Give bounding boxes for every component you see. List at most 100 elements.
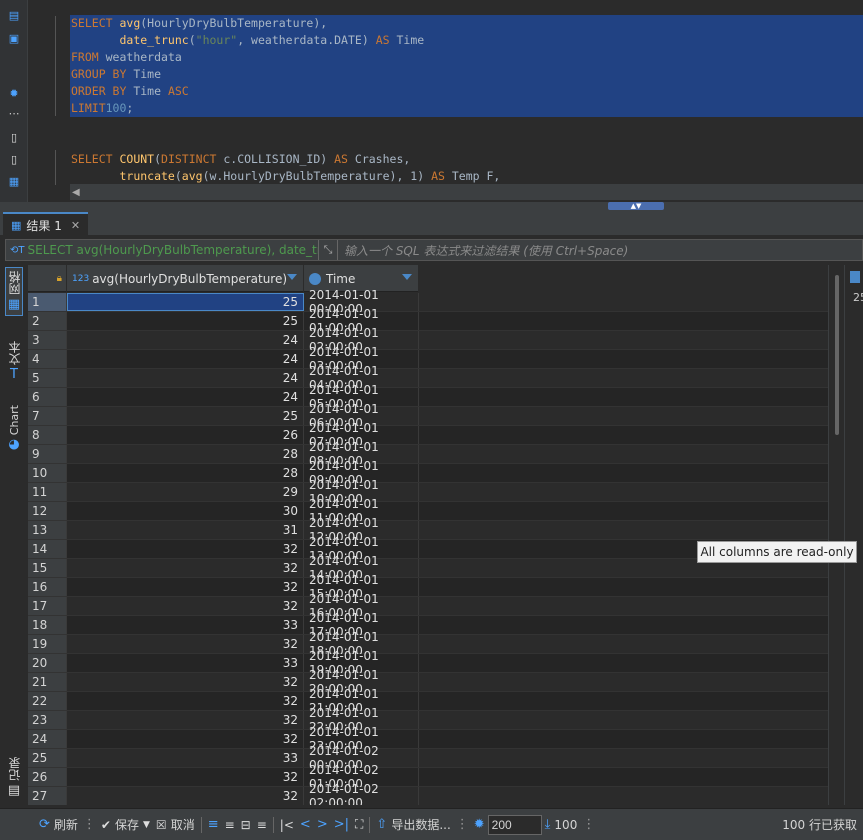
table-row[interactable]: 5 24 2014-01-01 04:00:00 (28, 364, 828, 392)
cell-avg-temperature[interactable]: 25 (67, 293, 304, 311)
table-row[interactable]: 8 26 2014-01-01 07:00:00 (28, 421, 828, 449)
results-grid[interactable]: 🔒︎ 123 avg(HourlyDryBulbTemperature) Tim… (28, 265, 828, 805)
cell-avg-temperature[interactable]: 28 (67, 445, 304, 463)
table-row[interactable]: 18 33 2014-01-01 17:00:00 (28, 611, 828, 639)
code-line[interactable]: date_trunc("hour", weatherdata.DATE) AS … (70, 32, 863, 49)
cell-avg-temperature[interactable]: 32 (67, 635, 304, 653)
more-icon[interactable]: ⋯ (7, 106, 21, 120)
cell-avg-temperature[interactable]: 32 (67, 692, 304, 710)
cell-avg-temperature[interactable]: 32 (67, 711, 304, 729)
table-row[interactable]: 23 32 2014-01-01 22:00:00 (28, 706, 828, 734)
empty-cell[interactable] (419, 654, 828, 672)
empty-cell[interactable] (419, 426, 828, 444)
row-number[interactable]: 19 (28, 635, 67, 653)
row-number[interactable]: 16 (28, 578, 67, 596)
cell-avg-temperature[interactable]: 24 (67, 388, 304, 406)
row-number[interactable]: 24 (28, 730, 67, 748)
tab-chart[interactable]: Chart ◕ (5, 405, 23, 452)
close-icon[interactable]: ✕ (71, 219, 80, 232)
code-line[interactable]: ORDER BY Time ASC (70, 83, 863, 100)
editor-horizontal-scrollbar[interactable]: ◀ (70, 184, 863, 200)
cell-avg-temperature[interactable]: 25 (67, 407, 304, 425)
table-row[interactable]: 1 25 2014-01-01 00:00:00 (28, 288, 828, 316)
column-header-avg-temperature[interactable]: 123 avg(HourlyDryBulbTemperature) (67, 265, 304, 292)
row-number[interactable]: 15 (28, 559, 67, 577)
empty-cell[interactable] (419, 293, 828, 311)
chevron-down-icon[interactable]: ▼ (143, 820, 150, 830)
cell-avg-temperature[interactable]: 32 (67, 673, 304, 691)
export-button[interactable]: ⇧ 导出数据... (373, 813, 453, 837)
row-number[interactable]: 20 (28, 654, 67, 672)
code-line[interactable]: GROUP BY Time (70, 66, 863, 83)
scrollbar-thumb[interactable] (835, 275, 839, 435)
cell-avg-temperature[interactable]: 32 (67, 768, 304, 786)
cell-avg-temperature[interactable]: 33 (67, 749, 304, 767)
panel-icon[interactable] (850, 271, 860, 283)
cell-avg-temperature[interactable]: 32 (67, 787, 304, 805)
cell-avg-temperature[interactable]: 32 (67, 559, 304, 577)
table-row[interactable]: 20 33 2014-01-01 19:00:00 (28, 649, 828, 677)
row-number[interactable]: 7 (28, 407, 67, 425)
fold-marker[interactable] (55, 150, 56, 185)
table-row[interactable]: 22 32 2014-01-01 21:00:00 (28, 687, 828, 715)
tab-record[interactable]: 记录 ▤ (5, 757, 23, 798)
sort-arrow-icon[interactable] (402, 274, 412, 280)
cell-avg-temperature[interactable]: 31 (67, 521, 304, 539)
table-row[interactable]: 25 33 2014-01-02 00:00:00 (28, 744, 828, 772)
cell-avg-temperature[interactable]: 32 (67, 597, 304, 615)
row-number[interactable]: 9 (28, 445, 67, 463)
scroll-left-icon[interactable]: ◀ (72, 187, 80, 198)
code-line[interactable]: SELECT COUNT(DISTINCT c.COLLISION_ID) AS… (70, 151, 863, 168)
code-line[interactable]: SELECT avg(HourlyDryBulbTemperature), (70, 15, 863, 32)
row-number[interactable]: 5 (28, 369, 67, 387)
row-number[interactable]: 27 (28, 787, 67, 805)
cell-avg-temperature[interactable]: 24 (67, 369, 304, 387)
next-page-button[interactable]: > (314, 813, 331, 837)
first-page-button[interactable]: |< (277, 813, 297, 837)
sort-arrow-icon[interactable] (287, 274, 297, 280)
row-number[interactable]: 3 (28, 331, 67, 349)
edit-row-button[interactable]: ≡ (205, 813, 222, 837)
cell-avg-temperature[interactable]: 32 (67, 578, 304, 596)
table-row[interactable]: 2 25 2014-01-01 01:00:00 (28, 307, 828, 335)
cell-avg-temperature[interactable]: 33 (67, 654, 304, 672)
tab-grid[interactable]: 网格 ▦ (5, 267, 23, 316)
table-row[interactable]: 4 24 2014-01-01 03:00:00 (28, 345, 828, 373)
table-row[interactable]: 27 32 2014-01-02 02:00:00 (28, 782, 828, 805)
row-number[interactable]: 23 (28, 711, 67, 729)
splitter-handle[interactable]: ▲▼ (608, 202, 664, 210)
delete-row-button[interactable]: ≡ (254, 813, 270, 837)
table-row[interactable]: 26 32 2014-01-02 01:00:00 (28, 763, 828, 791)
row-number[interactable]: 2 (28, 312, 67, 330)
empty-cell[interactable] (419, 597, 828, 615)
empty-cell[interactable] (419, 730, 828, 748)
cell-avg-temperature[interactable]: 25 (67, 312, 304, 330)
cell-avg-temperature[interactable]: 28 (67, 464, 304, 482)
grid-vertical-scrollbar[interactable] (828, 265, 844, 805)
row-number[interactable]: 10 (28, 464, 67, 482)
empty-cell[interactable] (419, 407, 828, 425)
empty-cell[interactable] (419, 578, 828, 596)
empty-cell[interactable] (419, 445, 828, 463)
table-row[interactable]: 13 31 2014-01-01 12:00:00 (28, 516, 828, 544)
row-number[interactable]: 6 (28, 388, 67, 406)
row-number[interactable]: 4 (28, 350, 67, 368)
code-line[interactable]: LIMIT100; (70, 100, 863, 117)
code-area[interactable]: SELECT avg(HourlyDryBulbTemperature), da… (70, 15, 863, 185)
row-number[interactable]: 13 (28, 521, 67, 539)
fold-marker[interactable] (55, 16, 56, 116)
table-row[interactable]: 17 32 2014-01-01 16:00:00 (28, 592, 828, 620)
table-row[interactable]: 6 24 2014-01-01 05:00:00 (28, 383, 828, 411)
code-line[interactable]: FROM weatherdata (70, 49, 863, 66)
row-number[interactable]: 14 (28, 540, 67, 558)
empty-cell[interactable] (419, 711, 828, 729)
cell-avg-temperature[interactable]: 24 (67, 331, 304, 349)
cell-avg-temperature[interactable]: 33 (67, 616, 304, 634)
empty-cell[interactable] (419, 749, 828, 767)
row-number[interactable]: 17 (28, 597, 67, 615)
empty-cell[interactable] (419, 388, 828, 406)
table-row[interactable]: 24 32 2014-01-01 23:00:00 (28, 725, 828, 753)
tab-text[interactable]: 文本 T (5, 341, 23, 382)
row-number[interactable]: 18 (28, 616, 67, 634)
filter-query-label[interactable]: ⟲T SELECT avg(HourlyDryBulbTemperature),… (6, 240, 318, 260)
